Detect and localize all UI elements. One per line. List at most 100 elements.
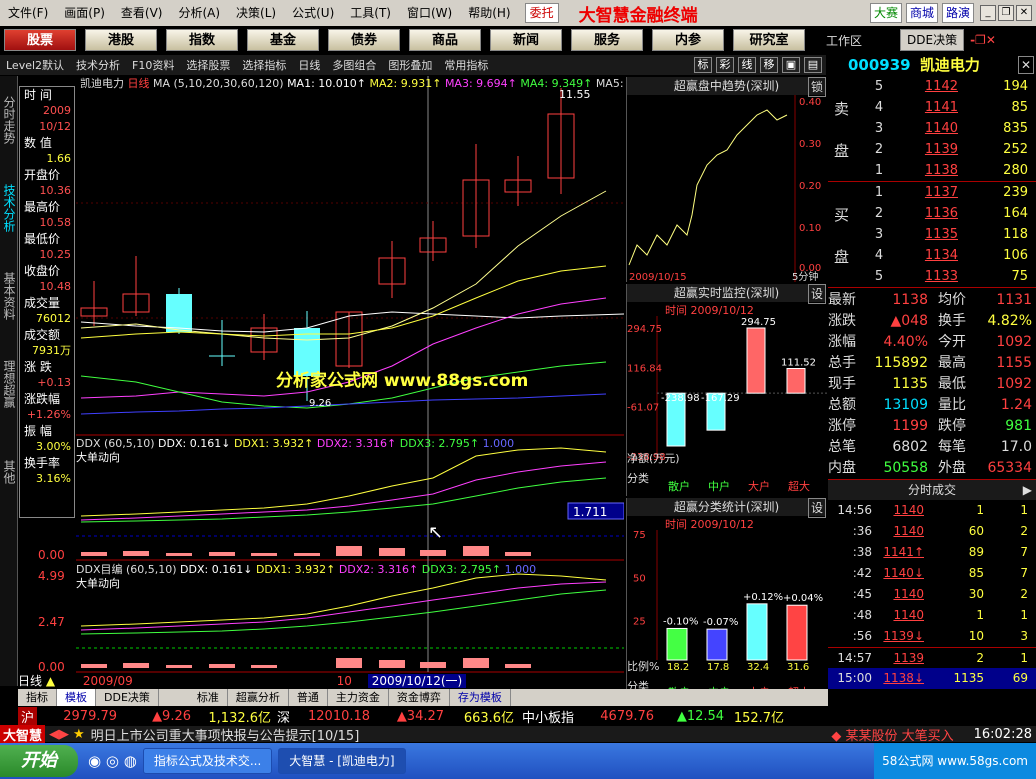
kline-svg[interactable]: 11.55 9.26 分析家公式网 www.88gs.com 1.711 ↖ <box>76 76 624 686</box>
info-value: 10.58 <box>39 216 72 229</box>
stat-label: 换手 <box>938 313 966 329</box>
nav-insider[interactable]: 内参 <box>652 29 724 51</box>
menu-view-picture[interactable]: 画面(P) <box>56 0 113 26</box>
window-controls[interactable]: -❐✕ <box>970 33 996 47</box>
panel-header: 超赢实时监控(深圳) 设 <box>627 284 826 304</box>
toolbar-mark-icon[interactable]: 标 <box>694 57 712 73</box>
toolbar-daily[interactable]: 日线 <box>292 57 326 73</box>
toolbar-multi[interactable]: 多图组合 <box>326 57 382 73</box>
date-bar: 日线 ▲ 2009/09 10 2009/10/12(一) <box>18 674 624 689</box>
toolbar-overlay[interactable]: 图形叠加 <box>382 57 438 73</box>
toolbar-color-icon[interactable]: 彩 <box>716 57 734 73</box>
ddx-bar <box>81 552 107 556</box>
toolbar-move-icon[interactable]: 移 <box>760 57 778 73</box>
toolbar-f10[interactable]: F10资料 <box>126 57 180 73</box>
toolbar-select-indicator[interactable]: 选择指标 <box>236 57 292 73</box>
sell-row[interactable]: 4 1141 85 <box>860 97 1036 118</box>
workspace-label[interactable]: 工作区 <box>826 32 900 49</box>
toolbar-box-icon[interactable]: ▣ <box>782 57 800 73</box>
buy-row[interactable]: 4 1134 106 <box>860 245 1036 266</box>
close-icon[interactable]: ✕ <box>1016 5 1032 21</box>
tab-fund-game[interactable]: 资金博弈 <box>389 689 450 706</box>
nav-hk[interactable]: 港股 <box>85 29 157 51</box>
nav-research[interactable]: 研究室 <box>733 29 805 51</box>
nav-stock[interactable]: 股票 <box>4 29 76 51</box>
sell-row[interactable]: 1 1138 280 <box>860 160 1036 181</box>
tab-save-template[interactable]: 存为模板 <box>450 689 511 706</box>
menu-formula[interactable]: 公式(U) <box>284 0 342 26</box>
nav-index[interactable]: 指数 <box>166 29 238 51</box>
buy-row[interactable]: 5 1133 75 <box>860 266 1036 287</box>
toolbar-level2[interactable]: Level2默认 <box>0 57 70 73</box>
tab-standard[interactable]: 标准 <box>189 689 228 706</box>
tick-time: :42 <box>852 566 872 580</box>
price: 1135 <box>924 227 958 242</box>
buy-row[interactable]: 1 1137 239 <box>860 182 1036 203</box>
toolbar-common-ind[interactable]: 常用指标 <box>438 57 494 73</box>
nav-news[interactable]: 新闻 <box>490 29 562 51</box>
sell-row[interactable]: 3 1140 835 <box>860 118 1036 139</box>
menu-file[interactable]: 文件(F) <box>0 0 56 26</box>
menu-analysis[interactable]: 分析(A) <box>170 0 228 26</box>
nav-fund[interactable]: 基金 <box>247 29 319 51</box>
ticks-menu-icon[interactable]: ▶ <box>1023 480 1032 500</box>
lock-button[interactable]: 锁 <box>807 77 826 97</box>
sz-label[interactable]: 深 <box>277 707 290 726</box>
toolbar-panel-icon[interactable]: ▤ <box>804 57 822 73</box>
tab-chaoying[interactable]: 理想超赢 <box>0 340 19 428</box>
settings-button[interactable]: 设 <box>807 284 826 304</box>
tab-intraday[interactable]: 分时走势 <box>0 76 19 164</box>
contest-button[interactable]: 大赛 <box>869 3 902 23</box>
nav-bar: 股票 港股 指数 基金 债券 商品 新闻 服务 内参 研究室 工作区 DDE决策… <box>0 27 1036 53</box>
toolbar-select-stock[interactable]: 选择股票 <box>180 57 236 73</box>
tab-normal[interactable]: 普通 <box>289 689 328 706</box>
quicklaunch-icon[interactable]: ◉ ◎ ◍ <box>88 752 137 770</box>
menu-decision[interactable]: 决策(L) <box>228 0 284 26</box>
tab-technical[interactable]: 技术分析 <box>0 164 19 252</box>
mall-button[interactable]: 商城 <box>905 3 938 23</box>
minimize-icon[interactable]: _ <box>980 5 996 21</box>
task-dzh[interactable]: 大智慧 - [凯迪电力] <box>278 748 406 774</box>
tab-chaoying[interactable]: 超赢分析 <box>228 689 289 706</box>
nav-service[interactable]: 服务 <box>571 29 643 51</box>
menu-window[interactable]: 窗口(W) <box>399 0 460 26</box>
info-value: 3.00% <box>36 440 71 453</box>
start-button[interactable]: 开始 <box>0 745 78 777</box>
news-prev-icon[interactable]: ◀▶ <box>49 727 69 742</box>
period-label[interactable]: 日线 <box>18 674 42 688</box>
stat-row: 涨跌 ▲048 换手 4.82% <box>828 311 1036 332</box>
dde-decision-button[interactable]: DDE决策 <box>900 29 965 51</box>
period-triangle-icon[interactable]: ▲ <box>46 674 55 688</box>
menu-help[interactable]: 帮助(H) <box>460 0 518 26</box>
menu-tools[interactable]: 工具(T) <box>342 0 399 26</box>
tab-indicator[interactable]: 指标 <box>18 689 57 706</box>
tab-main-fund[interactable]: 主力资金 <box>328 689 389 706</box>
roadshow-button[interactable]: 路演 <box>941 3 974 23</box>
tab-fundamental[interactable]: 基本资料 <box>0 252 19 340</box>
ddx-bar <box>505 664 531 668</box>
restore-icon[interactable]: ❐ <box>998 5 1014 21</box>
sell-row[interactable]: 2 1139 252 <box>860 139 1036 160</box>
news-star-icon: ★ <box>73 726 85 742</box>
nav-commodity[interactable]: 商品 <box>409 29 481 51</box>
tab-other[interactable]: 其他 <box>0 428 19 516</box>
chart-area[interactable]: 11.55 9.26 分析家公式网 www.88gs.com 1.711 ↖ 凯… <box>76 76 624 686</box>
buy-row[interactable]: 2 1136 164 <box>860 203 1036 224</box>
toolbar-line-icon[interactable]: 线 <box>738 57 756 73</box>
close-panel-icon[interactable]: ✕ <box>1018 56 1034 74</box>
zx-label[interactable]: 中小板指 <box>522 707 574 726</box>
nav-bond[interactable]: 债券 <box>328 29 400 51</box>
settings-button[interactable]: 设 <box>807 498 826 518</box>
menu-view[interactable]: 查看(V) <box>113 0 171 26</box>
sh-label[interactable]: 沪 <box>18 706 38 726</box>
toolbar-tech[interactable]: 技术分析 <box>70 57 126 73</box>
task-formula[interactable]: 指标公式及技术交... <box>142 748 273 774</box>
buy-row[interactable]: 3 1135 118 <box>860 224 1036 245</box>
news-text[interactable]: 明日上市公司重大事项快报与公告提示[10/15] <box>91 725 360 744</box>
sell-row[interactable]: 5 1142 194 <box>860 76 1036 97</box>
tick-count: 1 <box>1020 608 1028 622</box>
news-right[interactable]: ◆ 某某股份 大笔买入 <box>831 725 953 744</box>
tab-dde[interactable]: DDE决策 <box>96 689 159 706</box>
tab-template[interactable]: 模板 <box>57 689 96 706</box>
entrust-button[interactable]: 委托 <box>524 3 559 23</box>
